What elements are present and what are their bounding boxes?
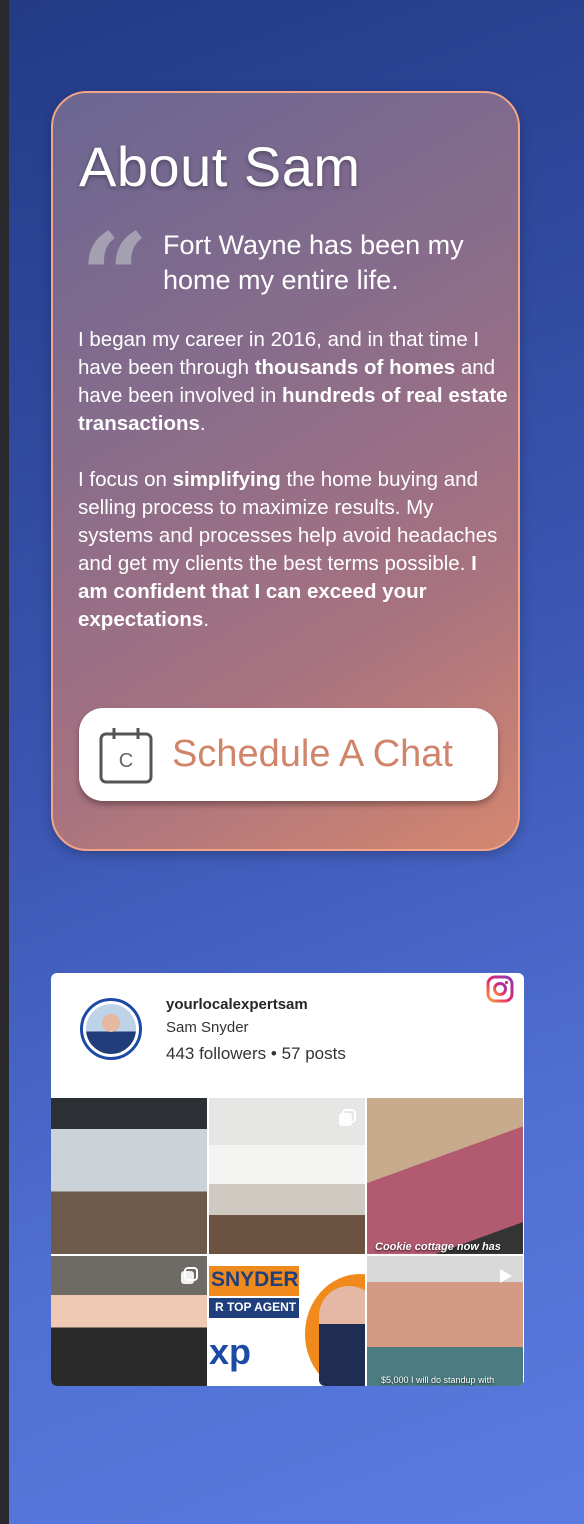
post-banner-tag: R TOP AGENT [215,1300,297,1314]
post-banner-name: SNYDER [211,1268,299,1291]
schedule-chat-button[interactable]: C Schedule A Chat [79,708,498,801]
post-caption: $5,000 I will do standup with [381,1375,495,1385]
instagram-post[interactable]: Cookie cottage now has [367,1098,523,1254]
instagram-post-grid: Cookie cottage now has SNYDER R TOP AGEN… [51,1098,524,1386]
about-quote: Fort Wayne has been my home my entire li… [163,230,464,295]
instagram-post[interactable]: $5,000 I will do standup with [367,1256,523,1386]
about-title: About Sam [79,135,361,198]
carousel-icon [339,1109,356,1126]
calendar-icon: C [99,728,153,784]
profile-avatar[interactable] [80,998,142,1060]
instagram-username[interactable]: yourlocalexpertsam [166,996,308,1013]
instagram-widget[interactable]: yourlocalexpertsam Sam Snyder 443 follow… [51,973,524,1386]
schedule-chat-label: Schedule A Chat [172,733,453,775]
instagram-full-name: Sam Snyder [166,1019,249,1036]
about-paragraph-2: I focus on simplifying the home buying a… [78,468,498,631]
quote-mark-icon: “ [80,207,150,348]
about-paragraph-1: I began my career in 2016, and in that t… [78,328,508,435]
post-agent-photo [319,1286,365,1386]
left-edge-strip [0,0,9,1524]
instagram-stats: 443 followers • 57 posts [166,1044,346,1063]
instagram-post[interactable] [51,1098,207,1254]
instagram-icon[interactable] [486,975,514,1003]
post-caption: Cookie cottage now has [375,1241,501,1253]
carousel-icon [181,1267,198,1284]
play-icon [500,1269,512,1283]
instagram-post[interactable] [51,1256,207,1386]
about-body: I began my career in 2016, and in that t… [78,326,508,634]
instagram-post[interactable]: SNYDER R TOP AGENT xp [209,1256,365,1386]
calendar-letter: C [119,750,133,772]
exp-logo: xp [209,1331,252,1372]
instagram-post[interactable] [209,1098,365,1254]
